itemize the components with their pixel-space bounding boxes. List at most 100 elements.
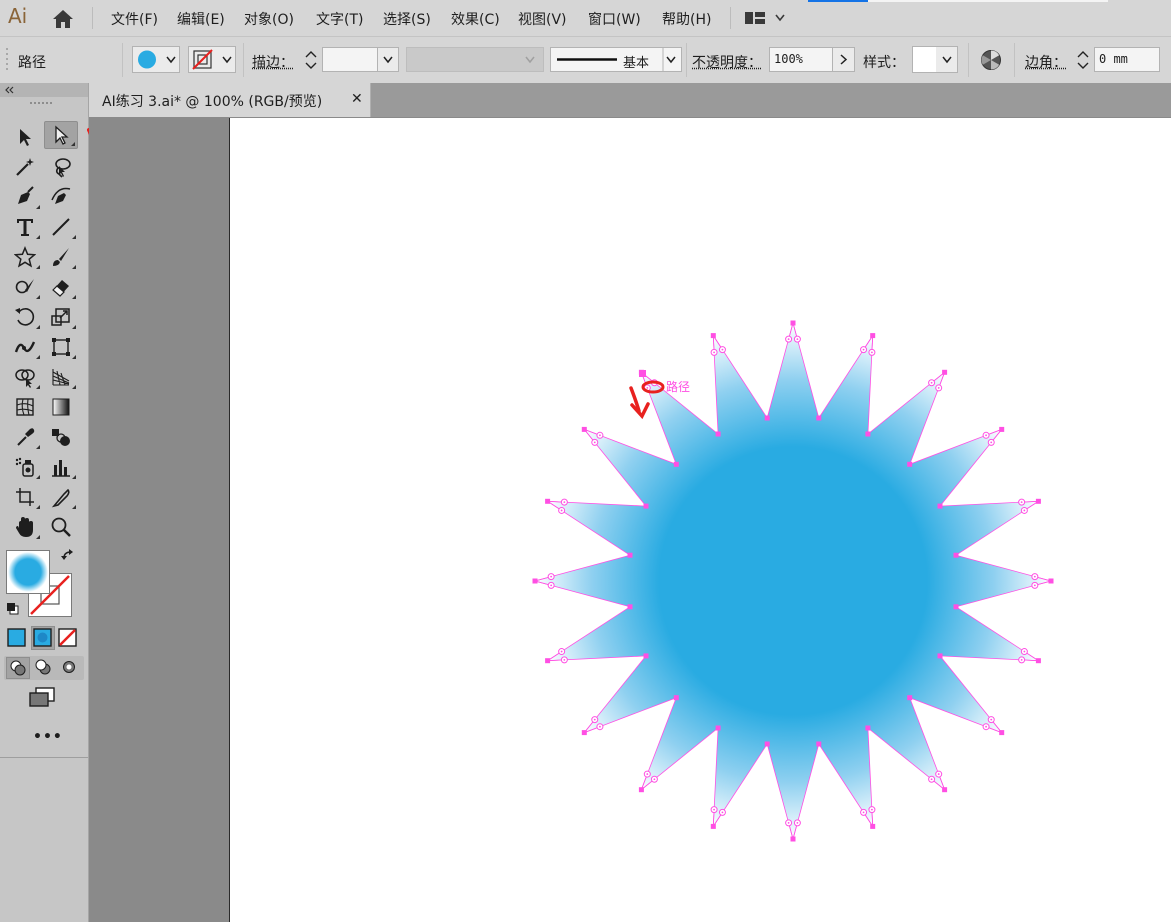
anchor-point[interactable] bbox=[765, 416, 770, 421]
scale-tool[interactable] bbox=[44, 303, 78, 331]
corner-field[interactable]: 0 mm bbox=[1094, 47, 1160, 72]
fill-swatch-dropdown[interactable] bbox=[132, 46, 180, 73]
anchor-point[interactable] bbox=[639, 787, 644, 792]
draw-behind-button[interactable] bbox=[32, 657, 56, 679]
anchor-point[interactable] bbox=[791, 321, 796, 326]
curvature-tool[interactable] bbox=[44, 183, 78, 211]
anchor-point[interactable] bbox=[628, 604, 633, 609]
paintbrush-tool[interactable] bbox=[44, 243, 78, 271]
workspace-switcher-icon[interactable] bbox=[744, 10, 790, 30]
blend-tool[interactable] bbox=[44, 423, 78, 451]
artboard[interactable]: 路径 bbox=[229, 118, 1171, 922]
swap-fill-stroke-icon[interactable] bbox=[61, 549, 75, 567]
shape-builder-tool[interactable] bbox=[8, 363, 42, 391]
anchor-point[interactable] bbox=[938, 653, 943, 658]
menu-effect[interactable]: 效果(C) bbox=[451, 9, 500, 29]
lasso-tool[interactable] bbox=[44, 153, 78, 181]
graphic-style-dropdown[interactable] bbox=[912, 46, 958, 73]
starburst-shape[interactable] bbox=[535, 323, 1051, 839]
anchor-point[interactable] bbox=[644, 504, 649, 509]
anchor-point[interactable] bbox=[711, 333, 716, 338]
gradient-mode-button[interactable] bbox=[31, 626, 55, 650]
home-icon[interactable] bbox=[51, 9, 75, 33]
anchor-point[interactable] bbox=[716, 432, 721, 437]
zoom-tool[interactable] bbox=[44, 513, 78, 541]
free-transform-tool[interactable] bbox=[44, 333, 78, 361]
anchor-point[interactable] bbox=[1049, 579, 1054, 584]
anchor-point[interactable] bbox=[954, 553, 959, 558]
anchor-point[interactable] bbox=[716, 726, 721, 731]
stroke-label[interactable]: 描边： bbox=[252, 52, 294, 72]
line-segment-tool[interactable] bbox=[44, 213, 78, 241]
document-tab[interactable]: AI练习 3.ai* @ 100% (RGB/预览) ✕ bbox=[89, 83, 371, 117]
stroke-weight-field[interactable] bbox=[322, 47, 378, 72]
hand-tool[interactable] bbox=[8, 513, 42, 541]
anchor-point[interactable] bbox=[545, 658, 550, 663]
anchor-point[interactable] bbox=[865, 432, 870, 437]
anchor-point[interactable] bbox=[628, 553, 633, 558]
tools-grip-icon[interactable] bbox=[30, 101, 56, 106]
shaper-tool[interactable] bbox=[8, 273, 42, 301]
anchor-point[interactable] bbox=[674, 695, 679, 700]
corner-stepper[interactable] bbox=[1073, 47, 1093, 73]
menu-window[interactable]: 窗口(W) bbox=[588, 9, 641, 29]
fill-color-box-front[interactable] bbox=[6, 550, 50, 594]
anchor-point[interactable] bbox=[938, 504, 943, 509]
anchor-point[interactable] bbox=[942, 787, 947, 792]
anchor-point[interactable] bbox=[533, 579, 538, 584]
anchor-point[interactable] bbox=[644, 653, 649, 658]
eraser-tool[interactable] bbox=[44, 273, 78, 301]
anchor-point[interactable] bbox=[765, 742, 770, 747]
type-tool[interactable] bbox=[8, 213, 42, 241]
mesh-tool[interactable] bbox=[8, 393, 42, 421]
anchor-point[interactable] bbox=[870, 824, 875, 829]
direct-selection-tool[interactable] bbox=[44, 121, 78, 149]
anchor-point[interactable] bbox=[999, 730, 1004, 735]
gradient-tool[interactable] bbox=[44, 393, 78, 421]
anchor-point[interactable] bbox=[865, 726, 870, 731]
perspective-grid-tool[interactable] bbox=[44, 363, 78, 391]
screen-mode-icon[interactable] bbox=[28, 686, 56, 712]
draw-inside-button[interactable] bbox=[58, 657, 82, 679]
width-tool[interactable] bbox=[8, 333, 42, 361]
anchor-point[interactable] bbox=[791, 837, 796, 842]
symbol-sprayer-tool[interactable] bbox=[8, 453, 42, 481]
menu-type[interactable]: 文字(T) bbox=[316, 9, 363, 29]
grip-handle-icon[interactable] bbox=[5, 46, 9, 74]
brush-definition-dropdown[interactable]: 基本 bbox=[550, 47, 682, 72]
menu-object[interactable]: 对象(O) bbox=[244, 9, 294, 29]
anchor-point[interactable] bbox=[907, 695, 912, 700]
pen-tool[interactable] bbox=[8, 183, 42, 211]
column-graph-tool[interactable] bbox=[44, 453, 78, 481]
close-tab-icon[interactable]: ✕ bbox=[351, 91, 363, 107]
anchor-point[interactable] bbox=[582, 730, 587, 735]
artboard-tool[interactable] bbox=[8, 483, 42, 511]
color-mode-button[interactable] bbox=[6, 627, 28, 649]
menu-help[interactable]: 帮助(H) bbox=[662, 9, 711, 29]
slice-tool[interactable] bbox=[44, 483, 78, 511]
menu-file[interactable]: 文件(F) bbox=[111, 9, 158, 29]
none-mode-button[interactable] bbox=[57, 627, 79, 649]
more-tools-button[interactable]: ••• bbox=[33, 729, 63, 745]
anchor-point[interactable] bbox=[954, 604, 959, 609]
opacity-slider-button[interactable] bbox=[832, 47, 855, 72]
anchor-point[interactable] bbox=[907, 462, 912, 467]
opacity-field[interactable]: 100% bbox=[769, 47, 833, 72]
magic-wand-tool[interactable] bbox=[8, 153, 42, 181]
anchor-point[interactable] bbox=[1036, 658, 1041, 663]
menu-view[interactable]: 视图(V) bbox=[518, 9, 567, 29]
anchor-point[interactable] bbox=[942, 370, 947, 375]
star-tool[interactable] bbox=[8, 243, 42, 271]
anchor-point[interactable] bbox=[999, 427, 1004, 432]
anchor-point[interactable] bbox=[582, 427, 587, 432]
eyedropper-tool[interactable] bbox=[8, 423, 42, 451]
selection-tool[interactable] bbox=[8, 123, 42, 151]
rotate-tool[interactable] bbox=[8, 303, 42, 331]
stroke-weight-stepper[interactable] bbox=[301, 47, 321, 73]
anchor-point[interactable] bbox=[711, 824, 716, 829]
default-fill-stroke-icon[interactable] bbox=[6, 602, 20, 620]
anchor-point[interactable] bbox=[816, 416, 821, 421]
menu-edit[interactable]: 编辑(E) bbox=[177, 9, 225, 29]
anchor-point[interactable] bbox=[816, 742, 821, 747]
opacity-label[interactable]: 不透明度： bbox=[692, 52, 762, 72]
